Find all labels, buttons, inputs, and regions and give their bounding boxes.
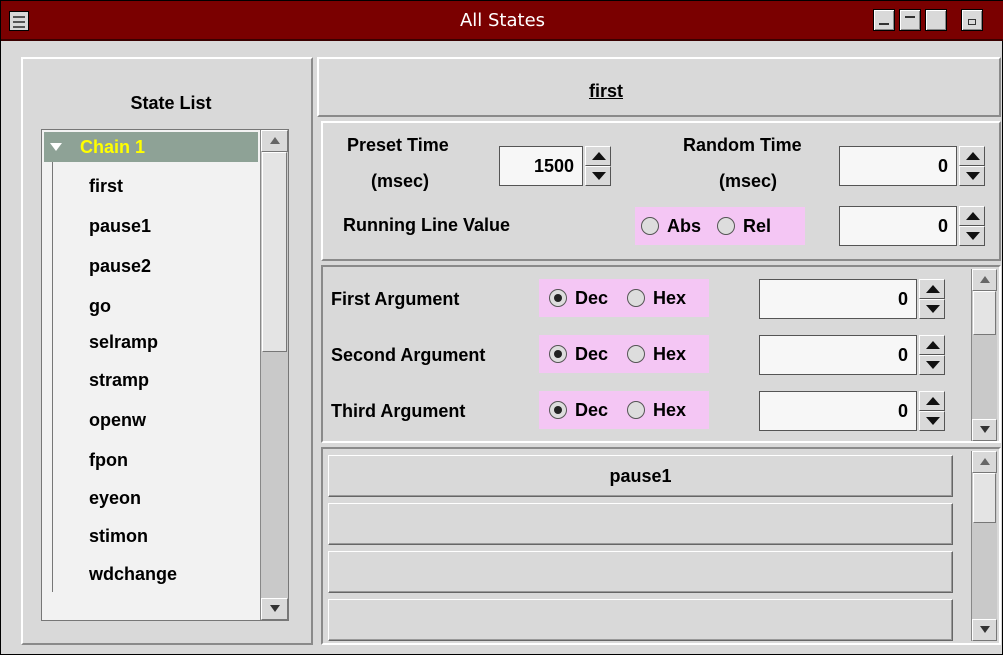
hex-label: Hex: [653, 288, 687, 308]
decrement-icon[interactable]: [919, 299, 945, 319]
dec-hex-radio-group: Dec Hex: [539, 391, 709, 429]
minimize-button[interactable]: [873, 9, 895, 31]
state-item[interactable]: pause2: [89, 256, 151, 277]
argument-value-field[interactable]: 0: [759, 279, 917, 319]
increment-icon[interactable]: [919, 391, 945, 411]
state-item[interactable]: openw: [89, 410, 146, 431]
decrement-icon[interactable]: [959, 166, 985, 186]
expand-arrow-icon[interactable]: [50, 143, 62, 151]
scroll-thumb[interactable]: [973, 473, 996, 523]
hex-label: Hex: [653, 400, 687, 420]
argument-label: Third Argument: [331, 401, 466, 421]
running-line-field[interactable]: 0: [839, 206, 957, 246]
hex-radio[interactable]: [627, 401, 645, 419]
state-item[interactable]: wdchange: [89, 564, 177, 585]
abs-rel-radio-group: Abs Rel: [635, 207, 805, 245]
preset-time-stepper[interactable]: [585, 146, 611, 186]
scroll-down-button[interactable]: [972, 419, 997, 441]
scroll-thumb[interactable]: [262, 152, 287, 352]
rel-label: Rel: [743, 216, 772, 236]
hex-label: Hex: [653, 344, 687, 364]
chain-label: Chain 1: [80, 137, 146, 157]
increment-icon[interactable]: [959, 206, 985, 226]
argument-label: Second Argument: [331, 345, 486, 365]
scroll-up-button[interactable]: [972, 269, 997, 291]
dec-label: Dec: [575, 400, 609, 420]
hex-radio[interactable]: [627, 345, 645, 363]
scroll-up-button[interactable]: [972, 451, 997, 473]
scroll-down-button[interactable]: [972, 619, 997, 641]
maximize-button[interactable]: [925, 9, 947, 31]
state-tree[interactable]: Chain 1 first pause1 pause2 go selramp s…: [41, 129, 289, 621]
abs-radio[interactable]: [641, 217, 659, 235]
chain-node[interactable]: Chain 1: [44, 132, 258, 162]
dec-label: Dec: [575, 288, 609, 308]
decrement-icon[interactable]: [919, 355, 945, 375]
title-bar[interactable]: All States: [1, 1, 1003, 41]
transition-button[interactable]: [328, 503, 953, 545]
state-item[interactable]: first: [89, 176, 123, 197]
selected-state-name: first: [589, 81, 624, 101]
argument-value-field[interactable]: 0: [759, 391, 917, 431]
decrement-icon[interactable]: [919, 411, 945, 431]
hex-radio[interactable]: [627, 289, 645, 307]
dec-radio[interactable]: [549, 289, 567, 307]
dec-label: Dec: [575, 344, 609, 364]
random-time-label: Random Time: [683, 135, 802, 155]
transitions-scrollbar[interactable]: [971, 451, 997, 641]
dec-hex-radio-group: Dec Hex: [539, 335, 709, 373]
transition-button[interactable]: [328, 551, 953, 593]
transition-button[interactable]: pause1: [328, 455, 953, 497]
preset-time-field[interactable]: 1500: [499, 146, 583, 186]
state-item[interactable]: go: [89, 296, 111, 317]
state-item[interactable]: stimon: [89, 526, 148, 547]
window-controls: [861, 5, 1001, 37]
random-time-stepper[interactable]: [959, 146, 985, 186]
shade-icon: [905, 16, 915, 18]
argument-value-field[interactable]: 0: [759, 335, 917, 375]
increment-icon[interactable]: [919, 279, 945, 299]
rel-radio[interactable]: [717, 217, 735, 235]
abs-label: Abs: [667, 216, 702, 236]
shade-button[interactable]: [899, 9, 921, 31]
increment-icon[interactable]: [919, 335, 945, 355]
arguments-scrollbar[interactable]: [971, 269, 997, 441]
all-states-window: All States State List Chain 1 first paus…: [0, 0, 1003, 655]
state-list-title: State List: [130, 93, 212, 113]
close-button[interactable]: [961, 9, 983, 31]
running-line-stepper[interactable]: [959, 206, 985, 246]
running-line-label: Running Line Value: [343, 215, 511, 235]
preset-time-unit: (msec): [371, 171, 430, 191]
state-item[interactable]: stramp: [89, 370, 149, 391]
scroll-down-button[interactable]: [261, 598, 288, 620]
state-item[interactable]: eyeon: [89, 488, 141, 509]
minimize-icon: [879, 23, 889, 25]
transition-button[interactable]: [328, 599, 953, 641]
random-time-field[interactable]: 0: [839, 146, 957, 186]
decrement-icon[interactable]: [959, 226, 985, 246]
state-item[interactable]: selramp: [89, 332, 158, 353]
scroll-thumb[interactable]: [973, 291, 996, 335]
dec-radio[interactable]: [549, 345, 567, 363]
preset-time-label: Preset Time: [347, 135, 449, 155]
state-header: [317, 57, 1001, 117]
dec-hex-radio-group: Dec Hex: [539, 279, 709, 317]
argument-label: First Argument: [331, 289, 460, 309]
state-list-scrollbar[interactable]: [260, 130, 288, 620]
state-item[interactable]: fpon: [89, 450, 128, 471]
window-title: All States: [459, 10, 546, 31]
decrement-icon[interactable]: [585, 166, 611, 186]
argument-stepper[interactable]: [919, 391, 945, 431]
state-item[interactable]: pause1: [89, 216, 151, 237]
argument-stepper[interactable]: [919, 335, 945, 375]
random-time-unit: (msec): [719, 171, 778, 191]
increment-icon[interactable]: [585, 146, 611, 166]
increment-icon[interactable]: [959, 146, 985, 166]
tree-connector: [52, 162, 53, 592]
restore-icon: [968, 19, 976, 25]
scroll-up-button[interactable]: [261, 130, 288, 152]
dec-radio[interactable]: [549, 401, 567, 419]
argument-stepper[interactable]: [919, 279, 945, 319]
